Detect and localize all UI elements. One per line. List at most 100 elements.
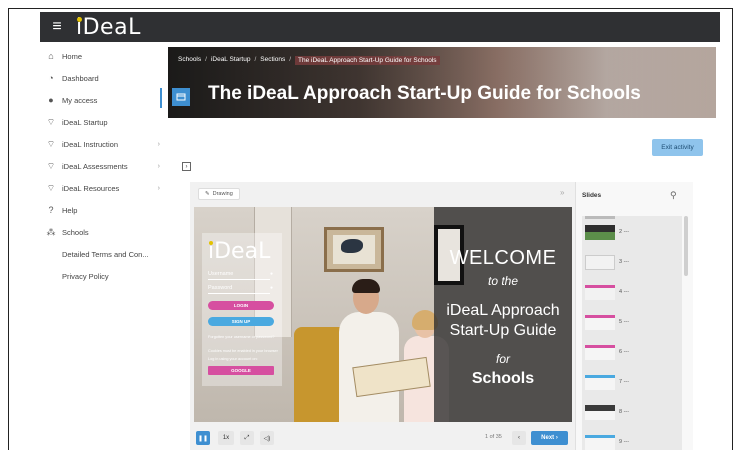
frame-top-border <box>8 8 733 9</box>
sidebar-item-label: Schools <box>62 227 89 237</box>
next-button[interactable]: Next › <box>531 431 568 445</box>
chevron-right-icon: › <box>157 140 160 148</box>
sidebar-item-help[interactable]: ? Help <box>40 199 160 221</box>
page-title: The iDeaL Approach Start-Up Guide for Sc… <box>208 83 641 104</box>
list-item[interactable]: 9 --- <box>584 434 629 450</box>
dashboard-icon: ◔ <box>48 73 54 83</box>
slide-ideal-title: iDeaL Approach Start-Up Guide <box>446 302 560 339</box>
list-item[interactable] <box>584 216 618 219</box>
list-item[interactable]: 8 --- <box>584 404 629 420</box>
slide-canvas: WELCOME to the iDeaL Approach Start-Up G… <box>194 207 572 422</box>
user-icon: ● <box>48 95 54 105</box>
slide-for-text: for <box>495 352 510 366</box>
breadcrumb-sections[interactable]: Sections <box>260 56 285 65</box>
slide-thumbnail <box>585 284 615 300</box>
previous-button[interactable]: ‹ <box>512 431 526 445</box>
slide-google-line: Log in using your account on: <box>208 357 258 361</box>
slide-thumbnail <box>585 224 615 240</box>
search-icon[interactable]: ⚲ <box>670 190 677 201</box>
slides-panel-title: Slides <box>582 192 602 199</box>
double-chevron-right-icon[interactable]: » <box>560 188 564 197</box>
graduation-cap-icon: ⌔ <box>46 116 56 127</box>
sidebar-item-label: Dashboard <box>62 73 99 83</box>
exit-activity-button[interactable]: Exit activity <box>652 139 703 156</box>
sidebar-item-label: Detailed Terms and Con... <box>62 249 149 259</box>
sidebar-item-home[interactable]: ⌂ Home <box>40 45 160 67</box>
graduation-cap-icon: ⌔ <box>46 160 56 171</box>
graduation-cap-icon: ⌔ <box>46 138 56 149</box>
lock-icon: ● <box>270 285 274 291</box>
chevron-right-icon: › <box>554 435 558 441</box>
expand-icon[interactable]: › <box>182 162 191 171</box>
sidebar-item-terms[interactable]: Detailed Terms and Con... <box>40 243 160 265</box>
breadcrumb: Schools / iDeaL Startup / Sections / The… <box>178 56 440 65</box>
fullscreen-button[interactable]: ⤢ <box>240 431 254 445</box>
sidebar-item-dashboard[interactable]: ◔ Dashboard <box>40 67 160 89</box>
sidebar-item-schools[interactable]: ⁂ Schools <box>40 221 160 243</box>
list-item[interactable]: 5 --- <box>584 314 629 330</box>
hamburger-icon[interactable]: ≡ <box>46 12 68 42</box>
pencil-icon: ✎ <box>205 191 210 197</box>
sidebar-item-ideal-resources[interactable]: ⌔ iDeaL Resources › <box>40 177 160 199</box>
playback-speed-button[interactable]: 1x <box>218 431 234 445</box>
list-item[interactable]: 7 --- <box>584 374 629 390</box>
chevron-left-icon: ‹ <box>518 435 520 441</box>
slide-login-card: iDeaL Username ● Password ● LOGIN SIGN U… <box>202 233 282 386</box>
slide-password-field: Password <box>208 285 270 294</box>
expand-arrows-icon: ⤢ <box>244 434 250 441</box>
slides-scrollbar[interactable] <box>684 216 688 276</box>
site-logo[interactable]: iDeaL <box>76 15 141 40</box>
sidebar-item-label: Help <box>62 205 78 215</box>
player-controls: ❚❚ 1x ⤢ ◁) 1 of 35 ‹ Next › <box>190 424 575 450</box>
list-item[interactable]: 3 --- <box>584 254 629 270</box>
slide-forgot-text: Forgotten your username or password? <box>208 335 275 339</box>
bird-picture <box>324 227 384 272</box>
breadcrumb-ideal-startup[interactable]: iDeaL Startup <box>211 56 251 65</box>
sidebar-item-label: Home <box>62 51 83 61</box>
slides-panel: Slides ⚲ 2 --- 3 --- 4 --- 5 --- 6 --- 7… <box>575 182 693 450</box>
slide-adult-figure <box>339 279 399 422</box>
sidebar-item-label: iDeaL Assessments <box>62 161 128 171</box>
frame-left-border <box>8 8 9 450</box>
slide-thumbnail <box>585 434 615 450</box>
speaker-icon: ◁) <box>263 435 271 442</box>
help-icon: ? <box>48 205 54 215</box>
sidebar-item-ideal-assessments[interactable]: ⌔ iDeaL Assessments › <box>40 155 160 177</box>
sidebar-item-label: Privacy Policy <box>62 271 109 281</box>
sidebar-item-ideal-instruction[interactable]: ⌔ iDeaL Instruction › <box>40 133 160 155</box>
slide-username-field: Username <box>208 271 270 280</box>
slide-to-the-text: to the <box>487 274 519 288</box>
sitemap-icon: ⁂ <box>46 226 56 237</box>
sidebar-item-privacy[interactable]: Privacy Policy <box>40 265 160 287</box>
activity-icon <box>172 88 190 106</box>
player-header: ✎ Drawing » <box>190 182 575 206</box>
sidebar-item-my-access[interactable]: ● My access <box>40 89 160 111</box>
sidebar-item-label: iDeaL Instruction <box>62 139 119 149</box>
slide-signup-button: SIGN UP <box>208 317 274 326</box>
sidebar-item-ideal-startup[interactable]: ⌔ iDeaL Startup <box>40 111 160 133</box>
pause-icon: ❚❚ <box>197 435 209 442</box>
volume-button[interactable]: ◁) <box>260 431 274 445</box>
sidebar-item-label: iDeaL Resources <box>62 183 120 193</box>
next-label: Next <box>541 435 555 441</box>
slide-thumbnail <box>585 404 615 420</box>
home-icon: ⌂ <box>48 51 54 61</box>
graduation-cap-icon: ⌔ <box>46 182 56 193</box>
slide-counter: 1 of 35 <box>485 434 502 440</box>
list-item[interactable]: 4 --- <box>584 284 629 300</box>
user-icon: ● <box>270 271 274 277</box>
frame-right-border <box>732 8 733 450</box>
slide-google-button: GOOGLE <box>208 366 274 375</box>
list-item[interactable]: 2 --- <box>584 224 629 240</box>
slide-thumbnail <box>585 344 615 360</box>
slide-thumbnail <box>585 374 615 390</box>
breadcrumb-schools[interactable]: Schools <box>178 56 201 65</box>
slide-login-button: LOGIN <box>208 301 274 310</box>
slide-schools-text: Schools <box>471 370 535 387</box>
pause-button[interactable]: ❚❚ <box>196 431 210 445</box>
breadcrumb-current: The iDeaL Approach Start-Up Guide for Sc… <box>295 56 440 65</box>
list-item[interactable]: 6 --- <box>584 344 629 360</box>
slides-list: 2 --- 3 --- 4 --- 5 --- 6 --- 7 --- 8 --… <box>582 216 682 450</box>
sidebar-toggle-tab[interactable] <box>160 88 162 108</box>
drawing-button[interactable]: ✎ Drawing <box>198 188 240 200</box>
